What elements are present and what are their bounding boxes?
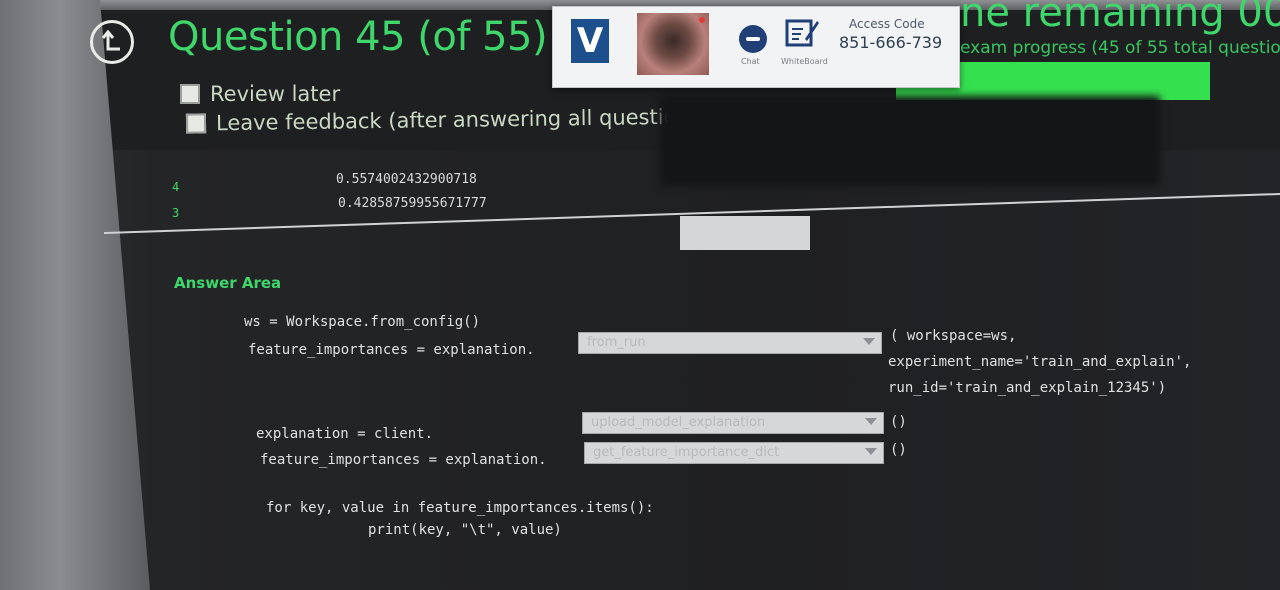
back-arrow-icon[interactable] <box>90 20 134 64</box>
proctor-toolbar: V Chat WhiteBoard Access Code 851-666-73… <box>552 6 960 88</box>
checkbox-icon[interactable] <box>180 84 200 104</box>
checkbox-icon[interactable] <box>185 113 207 134</box>
proctor-logo: V <box>571 19 609 63</box>
access-code-value: 851-666-739 <box>839 33 943 52</box>
code-line: () <box>890 414 907 430</box>
code-line: feature_importances = explanation. <box>260 452 547 468</box>
method-dropdown-1[interactable]: from_run <box>578 332 882 354</box>
question-title: Question 45 (of 55) <box>168 14 548 60</box>
code-line: print(key, "\t", value) <box>368 522 562 538</box>
code-line: run_id='train_and_explain_12345') <box>888 380 1167 396</box>
chat-label: Chat <box>741 57 760 66</box>
dropdown-selected-value: get_feature_importance_dict <box>593 445 780 460</box>
return-arrow-icon <box>101 29 120 51</box>
dropdown-selected-value: from_run <box>587 335 646 350</box>
method-dropdown-2[interactable]: upload_model_explanation <box>582 412 884 434</box>
access-code-label: Access Code <box>849 17 925 31</box>
review-later-label: Review later <box>210 82 341 106</box>
screen-glare-shadow <box>660 96 1160 186</box>
row-value: 0.5574002432900718 <box>336 172 477 187</box>
recording-dot-icon <box>699 17 705 23</box>
code-line: feature_importances = explanation. <box>248 342 535 358</box>
code-line: explanation = client. <box>256 426 434 442</box>
exam-progress-label: exam progress (45 of 55 total questions) <box>960 38 1280 58</box>
row-key: 3 <box>172 206 180 220</box>
webcam-preview <box>637 13 709 75</box>
chevron-down-icon <box>865 448 877 455</box>
time-remaining: ne remaining 00 <box>960 0 1280 36</box>
splitter-handle[interactable] <box>680 216 810 250</box>
code-line: ( workspace=ws, <box>890 328 1017 344</box>
chevron-down-icon <box>863 338 875 345</box>
dropdown-selected-value: upload_model_explanation <box>591 415 766 430</box>
row-key: 4 <box>172 180 180 194</box>
code-line: ws = Workspace.from_config() <box>244 314 481 330</box>
whiteboard-label: WhiteBoard <box>781 57 828 66</box>
code-line: for key, value in feature_importances.it… <box>266 500 654 516</box>
chevron-down-icon <box>865 418 877 425</box>
code-line: experiment_name='train_and_explain', <box>888 354 1192 370</box>
code-line: () <box>890 442 907 458</box>
review-later-checkbox[interactable]: Review later <box>180 82 340 106</box>
row-value: 0.42858759955671777 <box>338 196 487 211</box>
answer-area-title: Answer Area <box>174 274 282 292</box>
exam-screen: Question 45 (of 55) Review later Leave f… <box>0 0 1280 590</box>
whiteboard-icon[interactable] <box>785 17 819 49</box>
chat-icon[interactable] <box>739 25 767 53</box>
method-dropdown-3[interactable]: get_feature_importance_dict <box>584 442 884 464</box>
